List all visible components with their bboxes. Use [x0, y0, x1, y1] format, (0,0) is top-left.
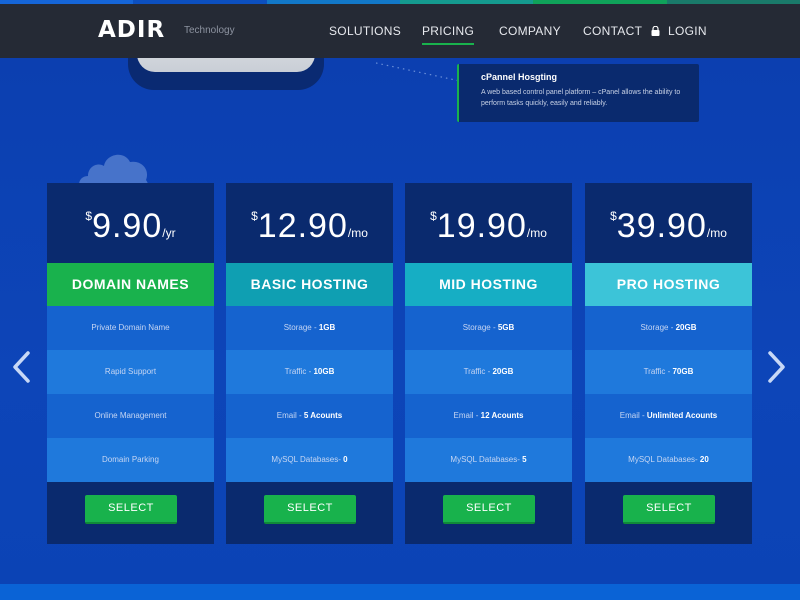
price-period: /yr	[162, 226, 176, 240]
feature-value: 1GB	[318, 323, 336, 332]
feature-label: Rapid Support	[104, 367, 157, 376]
price: $12.90/mo	[226, 183, 393, 263]
pricing-card: $19.90/mo MID HOSTING Storage - 5GB Traffic…	[405, 183, 572, 544]
feature-label: Storage -	[283, 323, 319, 332]
select-button[interactable]: SELECT	[85, 495, 177, 524]
feature-row: Traffic - 20GB	[405, 350, 572, 394]
chevron-right-icon[interactable]	[766, 350, 788, 384]
price-amount: 12.90	[257, 207, 348, 245]
feature-row: MySQL Databases- 20	[585, 438, 752, 482]
site-header: ADIR Technology SOLUTIONS PRICING COMPAN…	[0, 4, 800, 58]
connector-dots	[376, 62, 461, 82]
pricing-card: $12.90/mo BASIC HOSTING Storage - 1GB Traff…	[226, 183, 393, 544]
pricing-card: $39.90/mo PRO HOSTING Storage - 20GB Traffi…	[585, 183, 752, 544]
tooltip-title: cPannel Hosgting	[481, 72, 558, 82]
price-period: /mo	[347, 226, 368, 240]
feature-value: 12 Acounts	[480, 411, 524, 420]
price-currency: $	[430, 209, 437, 223]
feature-row: Online Management	[47, 394, 214, 438]
feature-value: 5	[522, 455, 527, 464]
feature-row: Email - 5 Acounts	[226, 394, 393, 438]
nav-solutions[interactable]: SOLUTIONS	[329, 24, 401, 38]
feature-row: Private Domain Name	[47, 306, 214, 350]
price-currency: $	[251, 209, 258, 223]
price-amount: 39.90	[616, 207, 707, 245]
feature-value: 20	[699, 455, 709, 464]
feature-row: Storage - 1GB	[226, 306, 393, 350]
price-period: /mo	[526, 226, 547, 240]
feature-value: Unlimited Acounts	[646, 411, 718, 420]
feature-label: MySQL Databases-	[628, 455, 700, 464]
tooltip-body: A web based control panel platform – cPa…	[481, 89, 681, 107]
nav-contact[interactable]: CONTACT	[583, 24, 642, 38]
feature-value: 20GB	[675, 323, 697, 332]
feature-label: Traffic -	[463, 367, 493, 376]
feature-row: MySQL Databases- 0	[226, 438, 393, 482]
chevron-left-icon[interactable]	[10, 350, 32, 384]
main-nav: SOLUTIONS PRICING COMPANY CONTACT LOGIN	[0, 4, 800, 58]
device-screen	[137, 58, 315, 72]
feature-label: Storage -	[462, 323, 498, 332]
feature-value: 10GB	[313, 367, 335, 376]
cpanel-tooltip: cPannel Hosgting A web based control pan…	[457, 64, 699, 122]
feature-value: 5 Acounts	[303, 411, 343, 420]
feature-label: Email -	[276, 411, 304, 420]
feature-label: MySQL Databases-	[271, 455, 344, 464]
plan-name: MID HOSTING	[405, 263, 572, 306]
price-amount: 19.90	[436, 207, 527, 245]
lock-icon	[651, 26, 660, 36]
nav-company[interactable]: COMPANY	[499, 24, 561, 38]
price-period: /mo	[706, 226, 727, 240]
feature-label: Online Management	[94, 411, 167, 420]
pricing-section: cPannel Hosgting A web based control pan…	[0, 58, 800, 584]
select-button[interactable]: SELECT	[264, 495, 356, 524]
login-link[interactable]: LOGIN	[668, 24, 707, 38]
price: $19.90/mo	[405, 183, 572, 263]
feature-row: Traffic - 10GB	[226, 350, 393, 394]
price-currency: $	[610, 209, 617, 223]
price: $39.90/mo	[585, 183, 752, 263]
feature-value: 70GB	[672, 367, 694, 376]
feature-label: Domain Parking	[102, 455, 159, 464]
feature-value: 5GB	[497, 323, 515, 332]
feature-row: Storage - 5GB	[405, 306, 572, 350]
feature-row: Email - 12 Acounts	[405, 394, 572, 438]
price-currency: $	[85, 209, 93, 223]
pricing-card: $9.90/yr DOMAIN NAMES Private Domain Name R…	[47, 183, 214, 544]
feature-row: MySQL Databases- 5	[405, 438, 572, 482]
feature-value: 0	[343, 455, 348, 464]
feature-label: Email -	[619, 411, 647, 420]
price-amount: 9.90	[92, 207, 163, 245]
feature-row: Email - Unlimited Acounts	[585, 394, 752, 438]
feature-row: Storage - 20GB	[585, 306, 752, 350]
device-illustration	[128, 58, 324, 90]
feature-label: MySQL Databases-	[450, 455, 523, 464]
select-button[interactable]: SELECT	[443, 495, 535, 524]
nav-pricing[interactable]: PRICING	[422, 24, 475, 45]
feature-row: Rapid Support	[47, 350, 214, 394]
plan-name: DOMAIN NAMES	[47, 263, 214, 306]
feature-label: Email -	[453, 411, 481, 420]
feature-row: Domain Parking	[47, 438, 214, 482]
price: $9.90/yr	[47, 183, 214, 263]
feature-label: Storage -	[640, 323, 676, 332]
plan-name: BASIC HOSTING	[226, 263, 393, 306]
feature-label: Traffic -	[284, 367, 314, 376]
feature-value: 20GB	[492, 367, 514, 376]
feature-label: Traffic -	[643, 367, 673, 376]
feature-row: Traffic - 70GB	[585, 350, 752, 394]
select-button[interactable]: SELECT	[623, 495, 715, 524]
feature-label: Private Domain Name	[91, 323, 170, 332]
footer-band	[0, 584, 800, 600]
plan-name: PRO HOSTING	[585, 263, 752, 306]
